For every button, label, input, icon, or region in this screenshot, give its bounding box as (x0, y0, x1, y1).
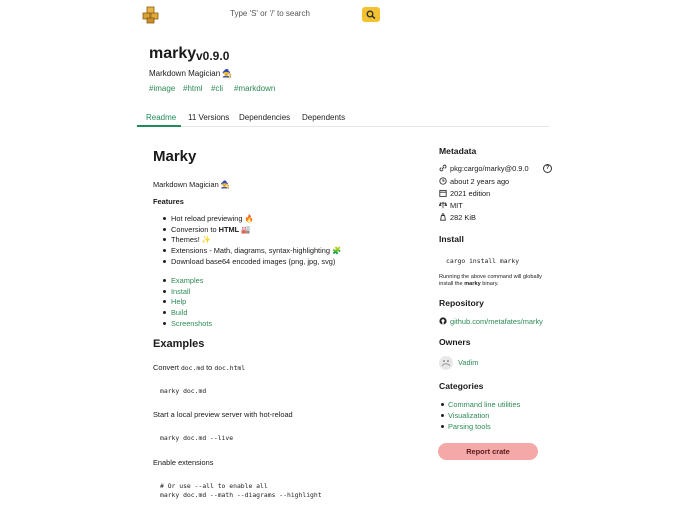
readme-link-screenshots[interactable]: Screenshots (171, 319, 212, 328)
search-input[interactable]: Type 'S' or '/' to search (230, 9, 310, 18)
feature-item: Download base64 encoded images (png, jpg… (171, 257, 336, 266)
readme-tagline: Markdown Magician 🧙 (153, 180, 230, 189)
code-comment: # Or use --all to enable all (160, 482, 268, 490)
install-note: Running the above command will globally … (439, 274, 549, 288)
bullet (163, 260, 166, 263)
readme-title: Marky (153, 148, 197, 165)
license-icon (439, 201, 447, 209)
keyword-link[interactable]: #image (149, 84, 175, 93)
tab-dependencies[interactable]: Dependencies (239, 113, 290, 122)
bullet (163, 217, 166, 220)
category-link[interactable]: Command line utilities (448, 400, 520, 409)
github-icon (439, 317, 447, 325)
examples-heading: Examples (153, 338, 205, 350)
owners-heading: Owners (439, 337, 471, 347)
bullet (163, 279, 166, 282)
bullet (163, 311, 166, 314)
feature-item: Hot reload previewing 🔥 (171, 214, 254, 223)
category-link[interactable]: Visualization (448, 411, 489, 420)
code-block: marky doc.md --live (160, 434, 234, 442)
install-note-line: Running the above command will globally (439, 274, 542, 280)
category-link[interactable]: Parsing tools (448, 422, 491, 431)
bullet (441, 425, 444, 428)
factory-emoji: 🏭 (241, 225, 251, 234)
owner-link[interactable]: Vadim (458, 358, 478, 367)
weight-icon (440, 213, 446, 221)
size-text: 282 KiB (450, 213, 476, 222)
license-text: MIT (450, 201, 463, 210)
keyword-link[interactable]: #cli (211, 84, 223, 93)
inline-code: doc.html (214, 364, 246, 372)
link-icon (439, 164, 447, 172)
tab-readme[interactable]: Readme (146, 113, 176, 122)
install-command[interactable]: cargo install marky (446, 257, 519, 265)
bullet (441, 414, 444, 417)
code-block: marky doc.md --math --diagrams --highlig… (160, 491, 322, 499)
keyword-link[interactable]: #html (183, 84, 203, 93)
bullet (441, 403, 444, 406)
categories-heading: Categories (439, 381, 484, 391)
repository-heading: Repository (439, 298, 484, 308)
convert-to: to (206, 363, 213, 372)
preview-text: Start a local preview server with hot-re… (153, 410, 293, 419)
install-note-text: install the (439, 281, 463, 287)
report-crate-button[interactable]: Report crate (438, 443, 538, 460)
bullet (163, 300, 166, 303)
clock-icon (439, 177, 447, 185)
convert-text: Convert (153, 363, 179, 372)
feature-item: Extensions - Math, diagrams, syntax-high… (171, 246, 342, 255)
avatar[interactable] (439, 356, 453, 370)
tab-versions[interactable]: 11 Versions (188, 113, 229, 122)
readme-link-install[interactable]: Install (171, 287, 190, 296)
features-heading: Features (153, 197, 184, 206)
readme-link-build[interactable]: Build (171, 308, 187, 317)
install-note-line: install the marky binary. (439, 281, 549, 288)
crate-description: Markdown Magician 🧙 (149, 69, 233, 78)
repository-url[interactable]: github.com/metafates/marky (450, 317, 543, 326)
tab-dependents[interactable]: Dependents (302, 113, 345, 122)
edition-text: 2021 edition (450, 189, 491, 198)
crate-name: marky (149, 45, 197, 62)
inline-code: doc.md (180, 364, 205, 372)
install-heading: Install (439, 234, 464, 244)
feature-text: Conversion to (171, 225, 217, 234)
crate-version: v0.9.0 (196, 49, 230, 63)
bullet (163, 290, 166, 293)
keyword-link[interactable]: #markdown (234, 84, 275, 93)
install-note-text: binary. (482, 281, 499, 287)
install-note-binary: marky (464, 281, 481, 287)
bullet (163, 249, 166, 252)
bullet (163, 238, 166, 241)
feature-item: Themes! ✨ (171, 235, 212, 244)
metadata-heading: Metadata (439, 146, 477, 156)
search-box[interactable]: Type 'S' or '/' to search (222, 7, 380, 23)
purl-text: pkg:cargo/marky@0.9.0 (450, 164, 529, 173)
tab-divider (137, 126, 549, 127)
search-icon (366, 10, 376, 19)
search-button[interactable] (362, 7, 380, 22)
tab-active-indicator (137, 125, 181, 127)
help-icon[interactable]: ? (543, 164, 552, 173)
readme-link-help[interactable]: Help (171, 297, 186, 306)
cargo-logo-icon[interactable] (142, 6, 159, 24)
feature-bold: HTML (218, 225, 240, 234)
readme-link-examples[interactable]: Examples (171, 276, 203, 285)
feature-item: Conversion to HTML 🏭 (171, 225, 250, 234)
convert-line: Convert doc.md to doc.html (153, 363, 245, 372)
extensions-text: Enable extensions (153, 458, 214, 467)
bullet (163, 228, 166, 231)
age-text: about 2 years ago (450, 177, 510, 186)
code-block: marky doc.md (160, 387, 207, 395)
calendar-icon (439, 189, 447, 197)
bullet (163, 322, 166, 325)
